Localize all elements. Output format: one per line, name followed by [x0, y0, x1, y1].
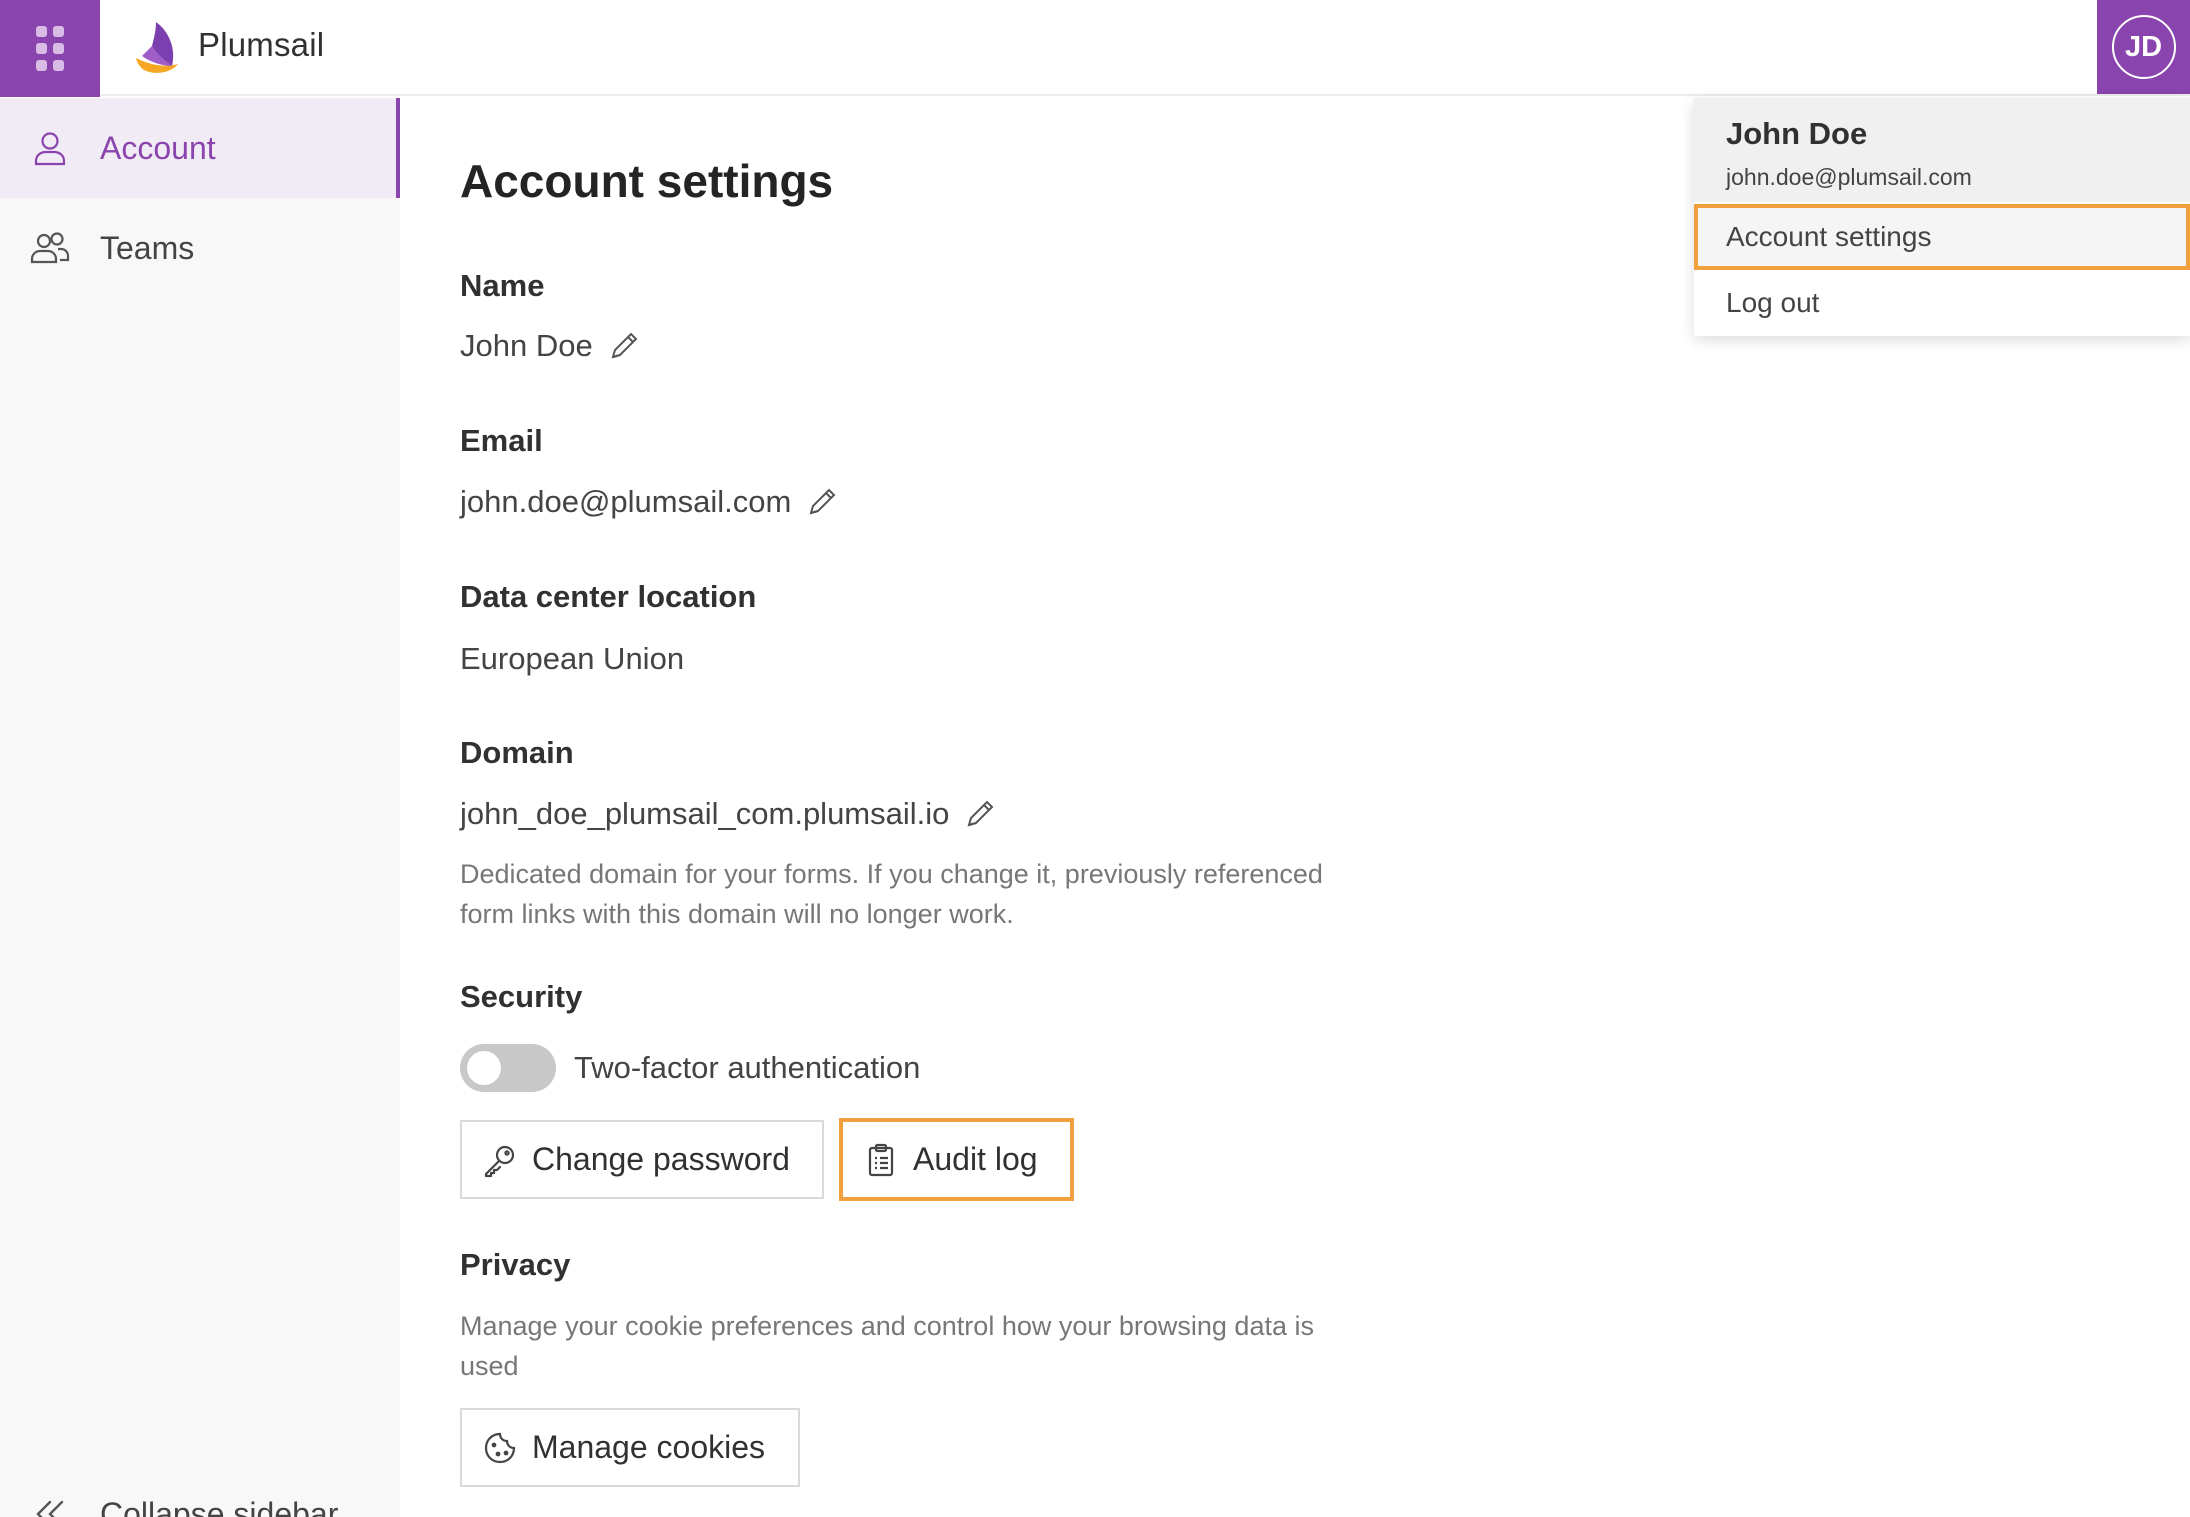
data-center-label: Data center location [460, 579, 757, 614]
page-title: Account settings [460, 155, 834, 207]
edit-domain-pencil-icon[interactable] [963, 797, 997, 831]
chevron-double-left-icon [36, 1500, 64, 1517]
user-dropdown-menu: John Doe john.doe@plumsail.com Account s… [1694, 98, 2190, 336]
name-field: John Doe [460, 328, 641, 364]
top-bar: Plumsail JD [0, 0, 2190, 97]
plumsail-logo-icon [136, 22, 178, 73]
dropdown-user-email: john.doe@plumsail.com [1726, 164, 1972, 190]
dropdown-user-name: John Doe [1726, 116, 1868, 151]
toggle-knob [467, 1051, 501, 1085]
brand-name: Plumsail [198, 26, 325, 63]
audit-log-label: Audit log [913, 1141, 1038, 1177]
two-factor-row: Two-factor authentication [460, 1044, 920, 1092]
clipboard-list-icon [868, 1143, 894, 1176]
manage-cookies-button[interactable]: Manage cookies [460, 1408, 800, 1487]
key-icon [484, 1145, 515, 1177]
sidebar-item-account[interactable]: Account [0, 98, 400, 198]
sidebar-item-label: Account [100, 129, 216, 166]
name-value: John Doe [460, 328, 593, 363]
change-password-label: Change password [532, 1141, 790, 1177]
sidebar-item-teams[interactable]: Teams [0, 198, 400, 298]
security-label: Security [460, 979, 583, 1014]
email-label: Email [460, 423, 543, 458]
edit-name-pencil-icon[interactable] [607, 329, 641, 363]
users-icon [30, 232, 70, 264]
email-field: john.doe@plumsail.com [460, 484, 839, 520]
app-launcher-button[interactable] [0, 0, 100, 97]
change-password-button[interactable]: Change password [460, 1120, 824, 1199]
domain-value: john_doe_plumsail_com.plumsail.io [460, 796, 950, 831]
collapse-sidebar-label: Collapse sidebar [100, 1496, 339, 1517]
edit-email-pencil-icon[interactable] [805, 485, 839, 519]
avatar: JD [2111, 15, 2176, 79]
user-icon [34, 132, 66, 166]
domain-field: john_doe_plumsail_com.plumsail.io [460, 796, 997, 832]
two-factor-toggle[interactable] [460, 1044, 556, 1092]
domain-help-line-2: form links with this domain will no long… [460, 899, 1014, 929]
privacy-help-line-1: Manage your cookie preferences and contr… [460, 1311, 1314, 1341]
dropdown-user-header: John Doe john.doe@plumsail.com [1694, 98, 2190, 202]
privacy-help-text: Manage your cookie preferences and contr… [460, 1306, 1420, 1386]
menu-item-account-settings[interactable]: Account settings [1694, 204, 2190, 270]
two-factor-label: Two-factor authentication [574, 1050, 921, 1085]
privacy-help-line-2: used [460, 1351, 519, 1381]
waffle-icon [36, 26, 64, 71]
sidebar-item-label: Teams [100, 229, 195, 266]
email-value: john.doe@plumsail.com [460, 484, 792, 519]
domain-help-line-1: Dedicated domain for your forms. If you … [460, 859, 1323, 889]
manage-cookies-label: Manage cookies [532, 1429, 766, 1465]
privacy-label: Privacy [460, 1247, 571, 1282]
sidebar: Account Teams Collapse sidebar [0, 98, 400, 1517]
menu-item-log-out[interactable]: Log out [1694, 270, 2190, 336]
app-root: Plumsail JD Account Teams Collapse sideb… [0, 0, 2190, 1517]
user-menu-button[interactable]: JD [2097, 0, 2190, 94]
domain-help-text: Dedicated domain for your forms. If you … [460, 854, 1420, 934]
collapse-sidebar-button[interactable]: Collapse sidebar [0, 1466, 400, 1517]
name-label: Name [460, 268, 545, 303]
domain-label: Domain [460, 735, 574, 770]
audit-log-button[interactable]: Audit log [839, 1118, 1074, 1201]
data-center-value: European Union [460, 641, 685, 676]
cookie-icon [484, 1432, 516, 1463]
